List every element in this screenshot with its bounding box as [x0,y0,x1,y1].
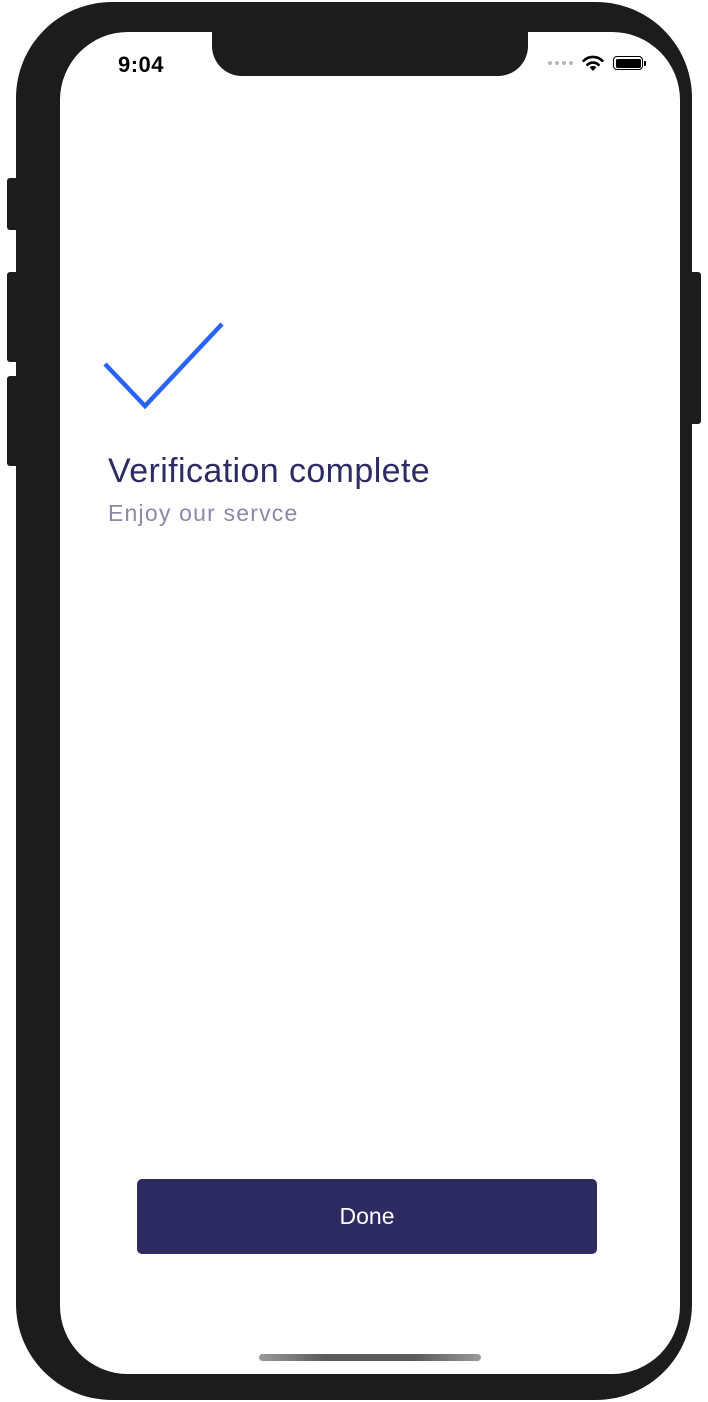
checkmark-icon [103,322,224,410]
page-title: Verification complete [108,452,431,490]
status-time: 9:04 [118,52,165,77]
home-indicator[interactable] [259,1354,481,1361]
battery-icon [613,56,646,70]
device-frame: 9:04 Verification complete Enjoy our ser… [16,2,692,1400]
page-subtitle: Enjoy our servce [108,500,299,526]
wifi-icon [582,55,604,71]
done-button[interactable]: Done [137,1179,597,1254]
screen: 9:04 Verification complete Enjoy our ser… [60,32,680,1374]
notch [212,32,528,76]
status-icons [548,54,646,72]
signal-dots-icon [548,61,573,65]
